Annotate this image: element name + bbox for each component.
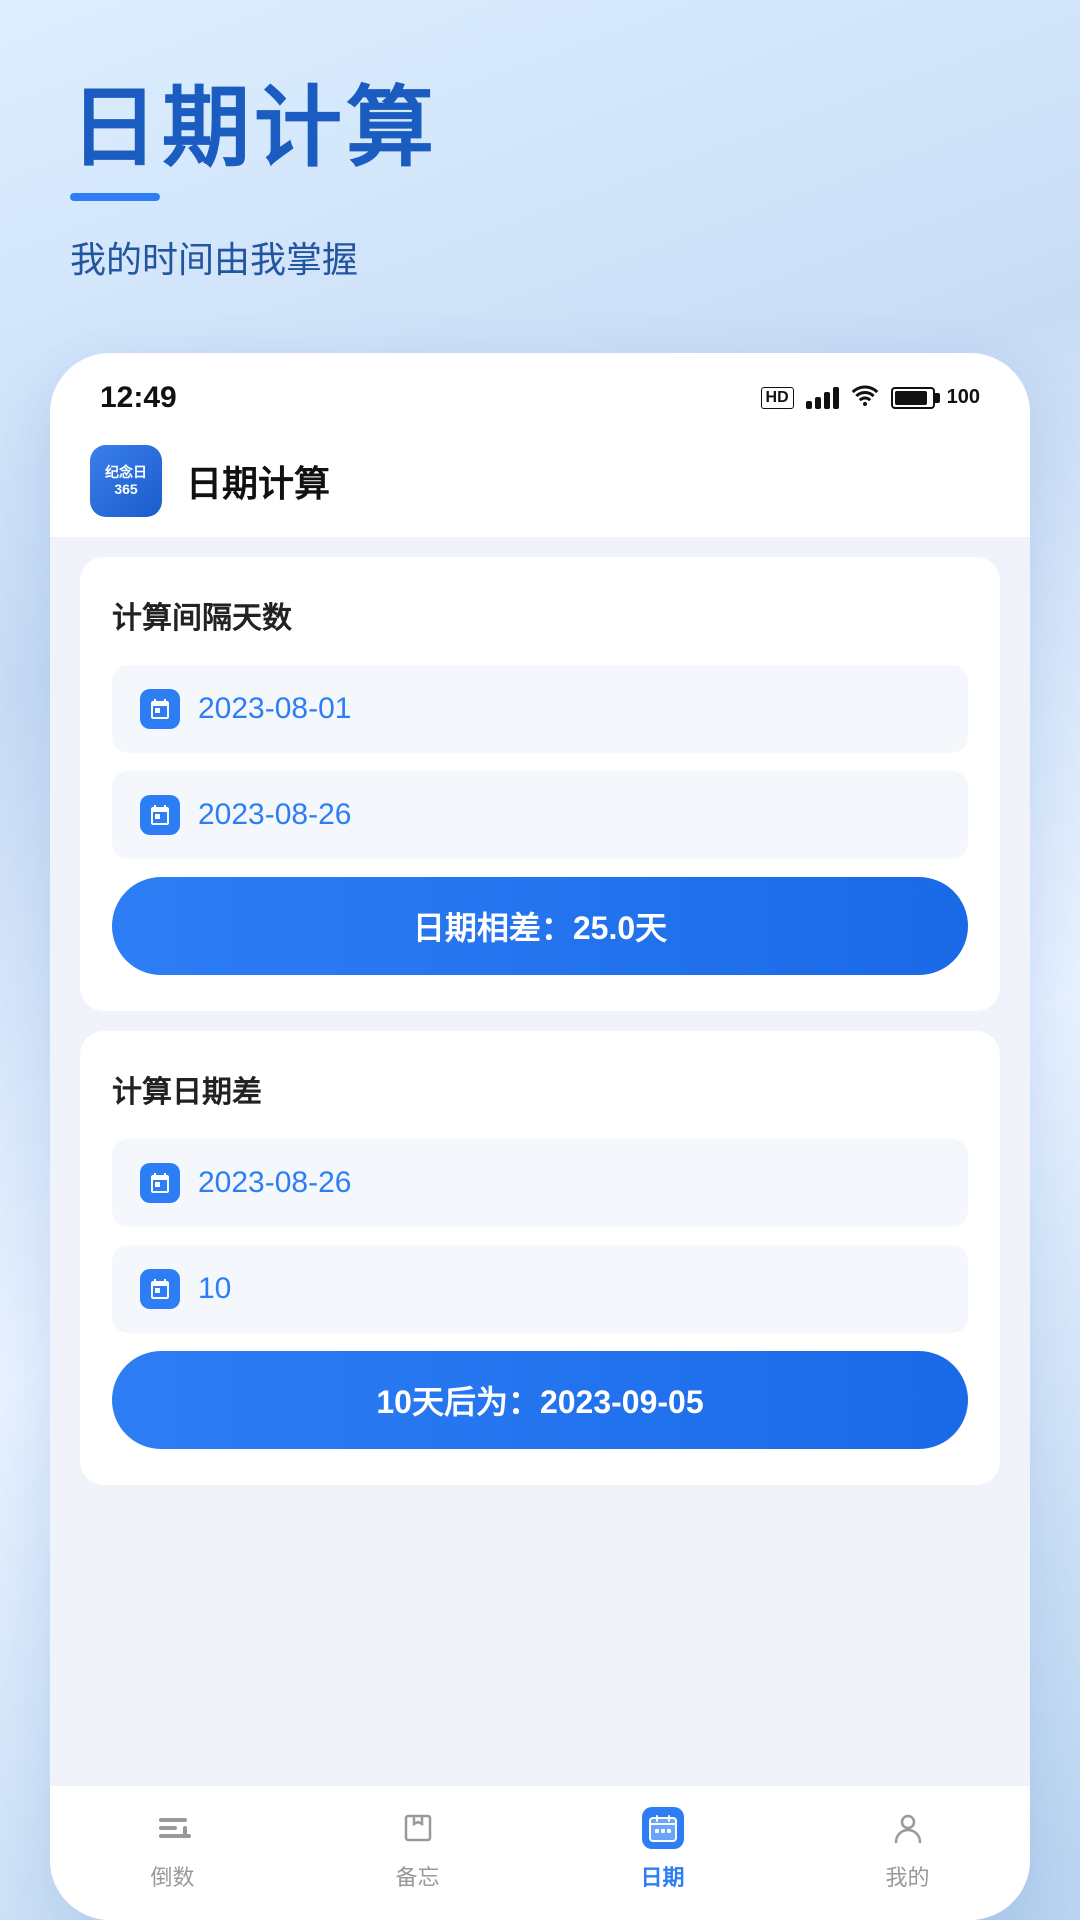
nav-icon-date <box>639 1804 687 1852</box>
title-underline <box>70 193 160 201</box>
app-icon: 纪念日365 <box>90 445 162 517</box>
card1-title: 计算间隔天数 <box>112 593 968 637</box>
app-header: 纪念日365 日期计算 <box>50 425 1030 537</box>
content-area: 计算间隔天数 2023-08-01 2023-08-26 日期相差：25.0天 <box>50 537 1030 1785</box>
date3-value: 2023-08-26 <box>198 1166 351 1200</box>
result-text-2: 10天后为：2023-09-05 <box>376 1377 703 1423</box>
battery-icon <box>891 387 935 409</box>
nav-label-date: 日期 <box>640 1860 684 1892</box>
nav-icon-memo <box>394 1804 442 1852</box>
result-button-2[interactable]: 10天后为：2023-09-05 <box>112 1351 968 1449</box>
calendar-icon-4 <box>140 1269 180 1309</box>
hd-badge: HD <box>761 387 794 409</box>
nav-label-countdown: 倒数 <box>150 1860 194 1892</box>
status-time: 12:49 <box>100 381 177 415</box>
phone-mockup: 12:49 HD <box>50 353 1030 1920</box>
app-header-title: 日期计算 <box>186 455 330 507</box>
nav-active-bg <box>642 1807 684 1849</box>
date1-row[interactable]: 2023-08-01 <box>112 665 968 753</box>
subtitle: 我的时间由我掌握 <box>70 231 1010 283</box>
nav-label-memo: 备忘 <box>395 1860 439 1892</box>
battery-fill <box>895 391 927 405</box>
nav-icon-countdown <box>149 1804 197 1852</box>
nav-item-countdown[interactable]: 倒数 <box>50 1804 295 1892</box>
page-wrapper: 日期计算 我的时间由我掌握 12:49 HD <box>0 0 1080 1920</box>
status-bar: 12:49 HD <box>50 353 1030 425</box>
nav-item-memo[interactable]: 备忘 <box>295 1804 540 1892</box>
date2-row[interactable]: 2023-08-26 <box>112 771 968 859</box>
date3-row[interactable]: 2023-08-26 <box>112 1139 968 1227</box>
nav-item-date[interactable]: 日期 <box>540 1804 785 1892</box>
calendar-icon-3 <box>140 1163 180 1203</box>
date1-value: 2023-08-01 <box>198 692 351 726</box>
card-date-diff: 计算日期差 2023-08-26 10 10天后为：2023-09-05 <box>80 1031 1000 1485</box>
card-interval-days: 计算间隔天数 2023-08-01 2023-08-26 日期相差：25.0天 <box>80 557 1000 1011</box>
nav-item-mine[interactable]: 我的 <box>785 1804 1030 1892</box>
calendar-icon-2 <box>140 795 180 835</box>
status-icons: HD 100 <box>761 384 980 412</box>
header-section: 日期计算 我的时间由我掌握 <box>0 0 1080 323</box>
card2-title: 计算日期差 <box>112 1067 968 1111</box>
date2-value: 2023-08-26 <box>198 798 351 832</box>
battery-percent: 100 <box>947 386 980 409</box>
calendar-icon-1 <box>140 689 180 729</box>
nav-icon-mine <box>884 1804 932 1852</box>
days-value: 10 <box>198 1272 231 1306</box>
wifi-icon <box>851 384 879 412</box>
signal-icon <box>806 387 839 409</box>
nav-label-mine: 我的 <box>885 1860 929 1892</box>
result-text-1: 日期相差：25.0天 <box>413 903 667 949</box>
page-title: 日期计算 <box>70 80 1010 177</box>
result-button-1[interactable]: 日期相差：25.0天 <box>112 877 968 975</box>
bottom-nav: 倒数 备忘 <box>50 1785 1030 1920</box>
days-row[interactable]: 10 <box>112 1245 968 1333</box>
